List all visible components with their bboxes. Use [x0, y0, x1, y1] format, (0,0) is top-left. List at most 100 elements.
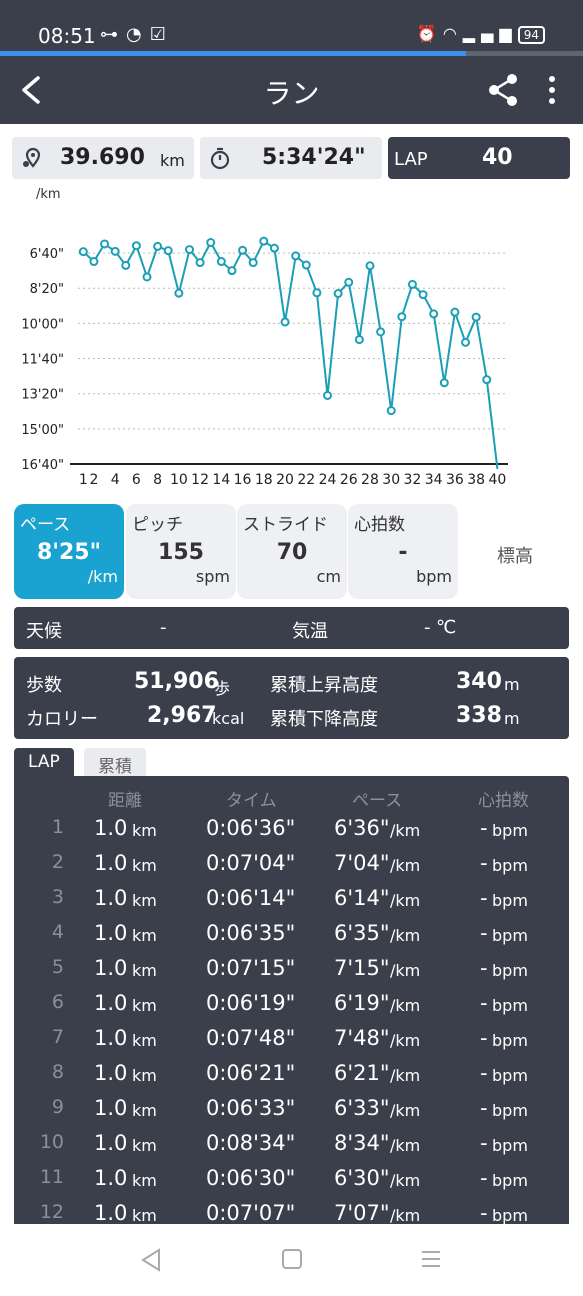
time-box: 5:34'24"	[200, 137, 382, 179]
calories-unit: kcal	[212, 709, 245, 728]
data-point	[301, 260, 311, 270]
lap-pace-unit: /km	[390, 961, 421, 980]
status-left-icons: ⊶◔☑	[100, 24, 174, 45]
lap-pace-unit: /km	[390, 821, 421, 840]
lap-number: 5	[51, 956, 64, 978]
lap-heart-rate-unit: bpm	[492, 1136, 528, 1155]
steps-value: 51,906	[134, 669, 219, 694]
metric-tab-stride[interactable]: ストライド 70 cm	[237, 504, 347, 599]
lap-number: 10	[39, 1131, 64, 1153]
lap-distance: 1.0	[94, 851, 128, 875]
lap-time: 0:06'35"	[206, 921, 296, 945]
table-row: 8 1.0 km 0:06'21" 6'21"/km - bpm	[14, 1055, 569, 1090]
lap-distance: 1.0	[94, 1026, 128, 1050]
lap-number: 9	[51, 1096, 64, 1118]
x-tick-label: 24	[319, 472, 337, 488]
metric-unit: bpm	[416, 567, 452, 586]
nav-back-icon[interactable]	[140, 1248, 162, 1272]
data-point	[450, 307, 460, 317]
metric-label: ペース	[20, 515, 71, 535]
lap-heart-rate: -	[480, 1061, 488, 1085]
nav-menu-icon[interactable]	[420, 1248, 442, 1270]
table-row: 11 1.0 km 0:06'30" 6'30"/km - bpm	[14, 1160, 569, 1195]
lap-time: 0:06'30"	[206, 1166, 296, 1190]
data-point	[397, 312, 407, 322]
y-tick-label: 11'40"	[21, 353, 64, 368]
ascent-unit: m	[504, 675, 520, 694]
data-point	[259, 236, 269, 246]
metric-value: 70	[276, 540, 308, 565]
more-vert-icon[interactable]	[540, 72, 564, 108]
steps-label: 歩数	[26, 675, 62, 696]
lap-number: 3	[51, 886, 64, 908]
lap-heart-rate: -	[480, 991, 488, 1015]
metric-label: ストライド	[243, 515, 328, 535]
descent-unit: m	[504, 709, 520, 728]
table-row: 2 1.0 km 0:07'04" 7'04"/km - bpm	[14, 845, 569, 880]
metric-tab-heart-rate[interactable]: 心拍数 - bpm	[348, 504, 458, 599]
x-tick-label: 1	[79, 472, 88, 488]
metric-value: 8'25"	[36, 540, 102, 565]
lap-pace: 6'21"	[334, 1061, 390, 1085]
metric-tab-elevation[interactable]: 標高	[460, 504, 570, 599]
lap-distance: 1.0	[94, 1166, 128, 1190]
metric-tab-pitch[interactable]: ピッチ 155 spm	[126, 504, 236, 599]
lap-time: 0:07'04"	[206, 851, 296, 875]
lap-distance: 1.0	[94, 886, 128, 910]
share-icon[interactable]	[486, 72, 520, 108]
lap-pace: 6'14"	[334, 886, 390, 910]
lap-distance-unit: km	[132, 1171, 157, 1190]
lap-heart-rate: -	[480, 1201, 488, 1224]
data-point	[100, 239, 110, 249]
lap-pace: 7'48"	[334, 1026, 390, 1050]
tab-cumulative[interactable]: 累積	[84, 748, 146, 778]
weather-label: 天候	[26, 621, 62, 642]
lap-time: 0:08'34"	[206, 1131, 296, 1155]
x-tick-label: 8	[153, 472, 162, 488]
tab-lap[interactable]: LAP	[14, 748, 74, 778]
table-row: 10 1.0 km 0:08'34" 8'34"/km - bpm	[14, 1125, 569, 1160]
ascent-label: 累積上昇高度	[270, 675, 378, 696]
lap-heart-rate-unit: bpm	[492, 961, 528, 980]
lap-heart-rate: -	[480, 816, 488, 840]
lap-distance: 1.0	[94, 1201, 128, 1224]
steps-unit: 歩	[214, 679, 231, 698]
lap-heart-rate-unit: bpm	[492, 856, 528, 875]
y-axis-label: /km	[36, 187, 61, 202]
data-point	[407, 279, 417, 289]
lap-distance-unit: km	[132, 1101, 157, 1120]
lap-pace-unit: /km	[390, 1101, 421, 1120]
lap-number: 2	[51, 851, 64, 873]
status-time: 08:51	[38, 24, 96, 48]
data-point	[386, 406, 396, 416]
status-bar: 08:51 ⊶◔☑ ⏰◠▂▄▆ 94	[0, 0, 583, 58]
descent-value: 338	[456, 703, 502, 728]
metric-tab-pace[interactable]: ペース 8'25" /km	[14, 504, 124, 599]
lap-number: 8	[51, 1061, 64, 1083]
progress-fill	[0, 51, 467, 56]
lap-pace: 6'36"	[334, 816, 390, 840]
lap-pace: 6'33"	[334, 1096, 390, 1120]
nav-home-icon[interactable]	[281, 1248, 303, 1270]
data-point	[195, 258, 205, 268]
battery-icon: 94	[517, 26, 545, 44]
x-tick-label: 30	[382, 472, 400, 488]
data-point	[461, 337, 471, 347]
metric-label: 心拍数	[354, 515, 405, 535]
distance-box: 39.690 km	[12, 137, 194, 179]
lap-table[interactable]: 距離 タイム ペース 心拍数 1 1.0 km 0:06'36" 6'36"/km - bp…	[14, 776, 569, 1224]
weather-bar: 天候 - 気温 - ℃	[14, 607, 569, 649]
data-point	[482, 375, 492, 385]
lap-time: 0:07'48"	[206, 1026, 296, 1050]
data-point	[439, 378, 449, 388]
calories-value: 2,967	[147, 703, 217, 728]
y-tick-label: 8'20"	[30, 282, 64, 297]
x-tick-label: 2	[89, 472, 98, 488]
lap-pace-unit: /km	[390, 1066, 421, 1085]
calories-label: カロリー	[26, 709, 98, 730]
lap-time: 0:07'15"	[206, 956, 296, 980]
lap-pace: 7'04"	[334, 851, 390, 875]
table-row: 4 1.0 km 0:06'35" 6'35"/km - bpm	[14, 915, 569, 950]
data-point	[238, 245, 248, 255]
loading-progress-bar	[0, 51, 583, 56]
